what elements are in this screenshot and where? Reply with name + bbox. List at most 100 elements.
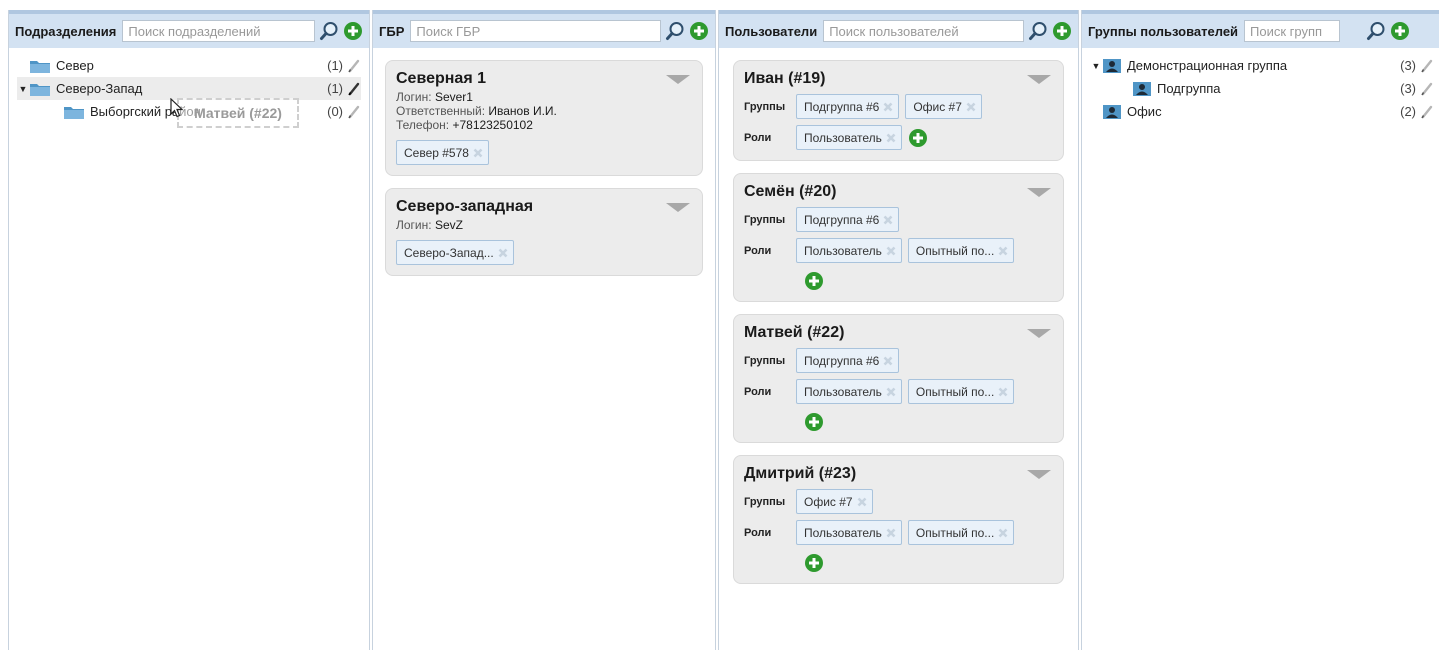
search-icon[interactable] (319, 21, 339, 41)
user-card: Дмитрий (#23) Группы Офис #7 Роли Пользо… (733, 455, 1064, 584)
groups-tags: Подгруппа #6 (796, 348, 900, 373)
user-groups-search (1244, 20, 1430, 42)
role-tag[interactable]: Пользователь (796, 379, 902, 404)
role-tag[interactable]: Пользователь (796, 238, 902, 263)
gbr-tags: Север #578 (396, 140, 692, 165)
remove-icon[interactable] (857, 497, 867, 507)
group-tag[interactable]: Офис #7 (796, 489, 873, 514)
groups-tags: Подгруппа #6 (796, 207, 900, 232)
folder-icon (29, 81, 51, 97)
pencil-icon[interactable] (1420, 82, 1434, 96)
add-role-icon[interactable] (804, 412, 824, 432)
gbr-card: Северо-западная Логин: SevZ Северо-Запад… (385, 188, 703, 276)
roles-tags: Пользователь Опытный по... (796, 520, 1015, 545)
card-collapse-arrow-icon[interactable] (666, 75, 690, 84)
remove-icon[interactable] (883, 356, 893, 366)
remove-icon[interactable] (886, 387, 896, 397)
gbr-phone: Телефон: +78123250102 (396, 118, 533, 132)
role-tag[interactable]: Опытный по... (907, 379, 1015, 404)
tree-item-office[interactable]: Офис (2) (1090, 100, 1434, 123)
card-collapse-arrow-icon[interactable] (666, 203, 690, 212)
remove-icon[interactable] (998, 387, 1008, 397)
tree-item-demo-group[interactable]: ▼ Демонстрационная группа (3) (1090, 54, 1434, 77)
tree-item-severo-zapad[interactable]: ▼ Северо-Запад (1) (17, 77, 361, 100)
roles-label: Роли (744, 385, 772, 398)
user-card: Матвей (#22) Группы Подгруппа #6 Роли По… (733, 314, 1064, 443)
tree-item-sever[interactable]: Север (1) (17, 54, 361, 77)
user-roles-row: Роли Пользователь Опытный по... (744, 379, 1053, 404)
search-icon[interactable] (1028, 21, 1048, 41)
remove-icon[interactable] (998, 246, 1008, 256)
gbr-card: Северная 1 Логин: Sever1 Ответственный: … (385, 60, 703, 176)
role-tag[interactable]: Пользователь (796, 125, 902, 150)
role-tag[interactable]: Опытный по... (907, 520, 1015, 545)
add-role-icon[interactable] (908, 128, 928, 148)
search-icon[interactable] (665, 21, 685, 41)
roles-tags: Пользователь Опытный по... (796, 238, 1015, 263)
user-groups-header: Группы пользователей (1082, 10, 1439, 48)
tree-item-label: Подгруппа (1157, 81, 1221, 96)
add-group-icon[interactable] (1390, 21, 1410, 41)
user-groups-row: Группы Подгруппа #6 Офис #7 (744, 94, 1053, 119)
tree-item-count: (0) (327, 104, 343, 119)
card-collapse-arrow-icon[interactable] (1027, 329, 1051, 338)
groups-tags: Офис #7 (796, 489, 873, 514)
search-icon[interactable] (1366, 21, 1386, 41)
departments-search-input[interactable] (122, 20, 315, 42)
gbr-tag[interactable]: Север #578 (396, 140, 489, 165)
user-card: Иван (#19) Группы Подгруппа #6 Офис #7 Р… (733, 60, 1064, 161)
expand-arrow-icon[interactable]: ▼ (1090, 61, 1102, 71)
tree-item-count: (3) (1400, 58, 1416, 73)
departments-header: Подразделения (9, 10, 369, 48)
pencil-icon[interactable] (347, 105, 361, 119)
remove-icon[interactable] (998, 528, 1008, 538)
gbr-responsible: Ответственный: Иванов И.И. (396, 104, 557, 118)
expand-arrow-icon[interactable]: ▼ (17, 84, 29, 94)
role-tag[interactable]: Пользователь (796, 520, 902, 545)
gbr-panel: ГБР Северная 1 Логин: Sever1 Ответственн… (372, 10, 716, 650)
gbr-search-input[interactable] (410, 20, 661, 42)
groups-label: Группы (744, 213, 786, 226)
users-search-input[interactable] (823, 20, 1024, 42)
add-department-icon[interactable] (343, 21, 363, 41)
user-roles-row: Роли Пользователь (744, 125, 1053, 150)
roles-label: Роли (744, 131, 772, 144)
groups-label: Группы (744, 100, 786, 113)
group-tag[interactable]: Офис #7 (905, 94, 982, 119)
departments-search (122, 20, 363, 42)
remove-icon[interactable] (498, 248, 508, 258)
pencil-icon[interactable] (1420, 59, 1434, 73)
user-groups-row: Группы Офис #7 (744, 489, 1053, 514)
mouse-cursor-icon (170, 97, 184, 121)
group-tag[interactable]: Подгруппа #6 (796, 207, 900, 232)
groups-label: Группы (744, 354, 786, 367)
tree-item-count: (2) (1400, 104, 1416, 119)
gbr-header: ГБР (373, 10, 715, 48)
remove-icon[interactable] (886, 246, 896, 256)
remove-icon[interactable] (886, 133, 896, 143)
add-role-icon[interactable] (804, 271, 824, 291)
gbr-card-title: Северо-западная (396, 198, 534, 215)
card-collapse-arrow-icon[interactable] (1027, 75, 1051, 84)
card-collapse-arrow-icon[interactable] (1027, 470, 1051, 479)
remove-icon[interactable] (966, 102, 976, 112)
remove-icon[interactable] (883, 215, 893, 225)
add-user-icon[interactable] (1052, 21, 1072, 41)
group-tag[interactable]: Подгруппа #6 (796, 94, 900, 119)
group-tag[interactable]: Подгруппа #6 (796, 348, 900, 373)
remove-icon[interactable] (883, 102, 893, 112)
pencil-icon[interactable] (1420, 105, 1434, 119)
tree-item-subgroup[interactable]: Подгруппа (3) (1090, 77, 1434, 100)
pencil-icon[interactable] (347, 82, 361, 96)
user-groups-search-input[interactable] (1244, 20, 1341, 42)
user-groups-row: Группы Подгруппа #6 (744, 348, 1053, 373)
add-role-icon[interactable] (804, 553, 824, 573)
role-tag[interactable]: Опытный по... (907, 238, 1015, 263)
add-gbr-icon[interactable] (689, 21, 709, 41)
gbr-tag[interactable]: Северо-Запад... (396, 240, 514, 265)
pencil-icon[interactable] (347, 59, 361, 73)
remove-icon[interactable] (886, 528, 896, 538)
card-collapse-arrow-icon[interactable] (1027, 188, 1051, 197)
remove-icon[interactable] (473, 148, 483, 158)
gbr-card-title: Северная 1 (396, 70, 486, 87)
